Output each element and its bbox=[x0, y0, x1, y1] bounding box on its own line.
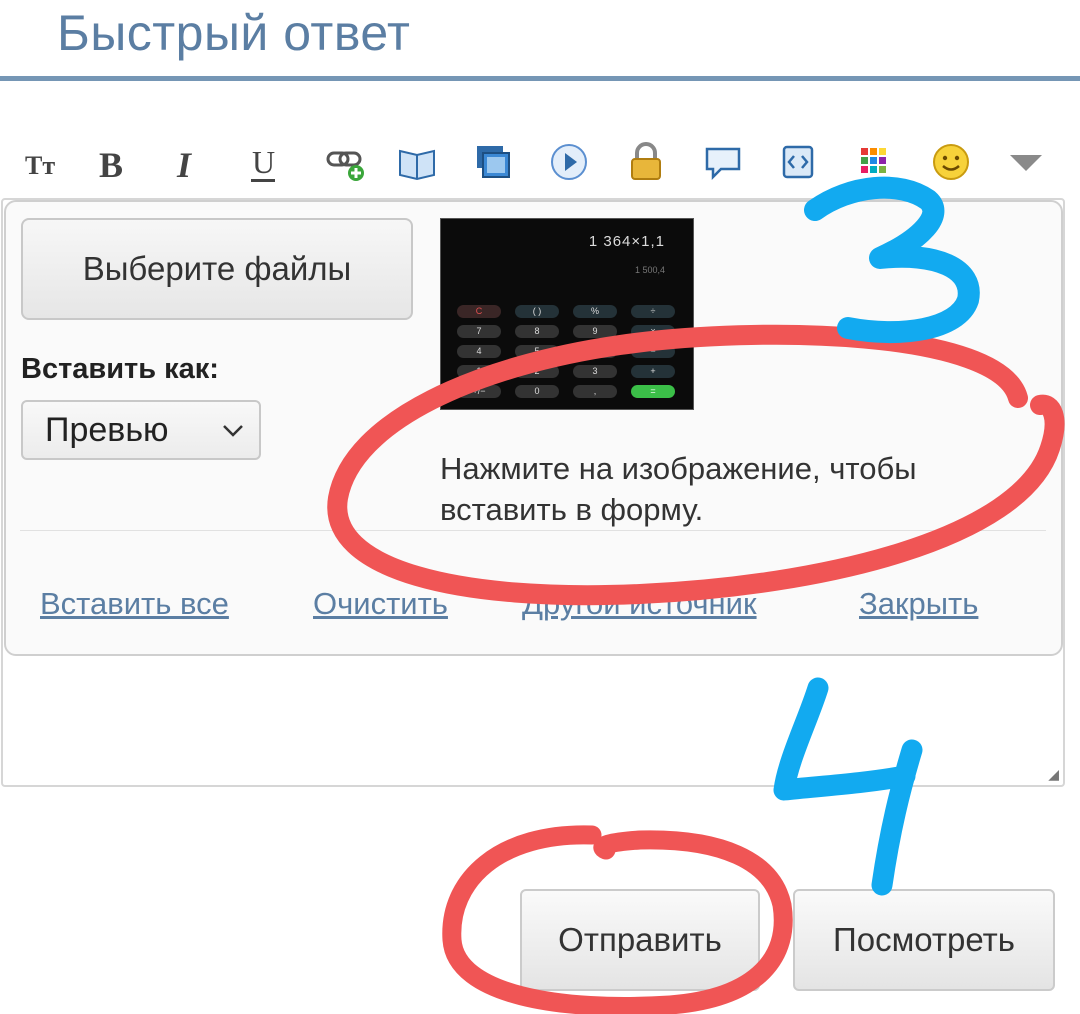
underline-button[interactable]: U bbox=[238, 128, 294, 198]
panel-divider bbox=[20, 530, 1046, 531]
italic-button[interactable]: I bbox=[161, 128, 217, 198]
book-button[interactable] bbox=[391, 128, 447, 198]
underline-icon: U bbox=[251, 144, 275, 182]
speech-bubble-icon bbox=[705, 147, 741, 181]
insert-as-select[interactable]: Превью bbox=[21, 400, 261, 460]
calculator-key: 7 bbox=[457, 325, 501, 338]
media-play-icon bbox=[551, 144, 587, 180]
svg-text:Tт: Tт bbox=[25, 151, 55, 180]
calculator-key: 3 bbox=[573, 365, 617, 378]
insert-link-button[interactable] bbox=[318, 128, 374, 198]
calculator-key: 9 bbox=[573, 325, 617, 338]
color-grid-icon bbox=[861, 148, 886, 173]
insert-image-button[interactable] bbox=[467, 128, 523, 198]
smiley-icon bbox=[933, 144, 969, 180]
code-button[interactable] bbox=[772, 128, 828, 198]
svg-text:B: B bbox=[99, 145, 123, 185]
insert-link-icon bbox=[326, 151, 364, 181]
title-divider bbox=[0, 76, 1080, 81]
code-icon bbox=[782, 145, 814, 179]
italic-icon: I bbox=[176, 145, 193, 185]
calculator-key: 5 bbox=[515, 345, 559, 358]
insert-as-value: Превью bbox=[45, 410, 169, 449]
calculator-key: +/− bbox=[457, 385, 501, 398]
calculator-key: ( ) bbox=[515, 305, 559, 318]
preview-button[interactable]: Посмотреть bbox=[793, 889, 1055, 991]
clear-link[interactable]: Очистить bbox=[313, 586, 448, 622]
calculator-subtotal: 1 500,4 bbox=[634, 265, 665, 275]
calculator-key: 4 bbox=[457, 345, 501, 358]
lock-icon bbox=[631, 142, 661, 180]
insert-as-label: Вставить как: bbox=[21, 353, 219, 385]
upload-hint: Нажмите на изображение, чтобы вставить в… bbox=[440, 451, 917, 527]
page-title: Быстрый ответ bbox=[57, 5, 411, 61]
resize-grip-icon[interactable]: ◢ bbox=[1048, 766, 1059, 783]
choose-files-button[interactable]: Выберите файлы bbox=[21, 218, 413, 320]
calculator-key: 1 bbox=[457, 365, 501, 378]
color-grid-button[interactable] bbox=[848, 128, 904, 198]
book-icon bbox=[399, 149, 435, 181]
chevron-down-icon bbox=[223, 425, 243, 437]
calculator-key: − bbox=[631, 345, 675, 358]
calculator-key: × bbox=[631, 325, 675, 338]
submit-button[interactable]: Отправить bbox=[520, 889, 760, 991]
calculator-key: 0 bbox=[515, 385, 559, 398]
smiley-button[interactable] bbox=[925, 128, 981, 198]
font-size-icon: Tт bbox=[25, 151, 55, 180]
calculator-key: = bbox=[631, 385, 675, 398]
uploaded-image-thumbnail[interactable]: 1 364×1,1 1 500,4 C ( )% ÷ 7 8 9 × 4 5 6 − 1 2 3 + +/− 0… bbox=[440, 218, 694, 410]
svg-text:U: U bbox=[252, 144, 275, 180]
font-size-button[interactable]: Tт bbox=[17, 128, 73, 198]
calculator-key: 2 bbox=[515, 365, 559, 378]
svg-text:I: I bbox=[176, 145, 193, 185]
close-link[interactable]: Закрыть bbox=[859, 586, 978, 622]
media-play-button[interactable] bbox=[543, 128, 599, 198]
bold-button[interactable]: B bbox=[87, 128, 143, 198]
calculator-key: 8 bbox=[515, 325, 559, 338]
calculator-key: C bbox=[457, 305, 501, 318]
bold-icon: B bbox=[99, 145, 123, 185]
more-dropdown-icon bbox=[1010, 155, 1042, 171]
calculator-key: % bbox=[573, 305, 617, 318]
calculator-key: 6 bbox=[573, 345, 617, 358]
editor-toolbar: Tт B I U bbox=[0, 128, 1060, 198]
insert-all-link[interactable]: Вставить все bbox=[40, 586, 229, 622]
calculator-key: + bbox=[631, 365, 675, 378]
calculator-key: , bbox=[573, 385, 617, 398]
more-dropdown-button[interactable] bbox=[1000, 128, 1056, 198]
other-source-link[interactable]: Другой источник bbox=[522, 586, 757, 622]
calculator-key: ÷ bbox=[631, 305, 675, 318]
lock-button[interactable] bbox=[620, 128, 676, 198]
insert-image-icon bbox=[477, 146, 510, 178]
speech-bubble-button[interactable] bbox=[697, 128, 753, 198]
calculator-display: 1 364×1,1 bbox=[588, 233, 665, 250]
